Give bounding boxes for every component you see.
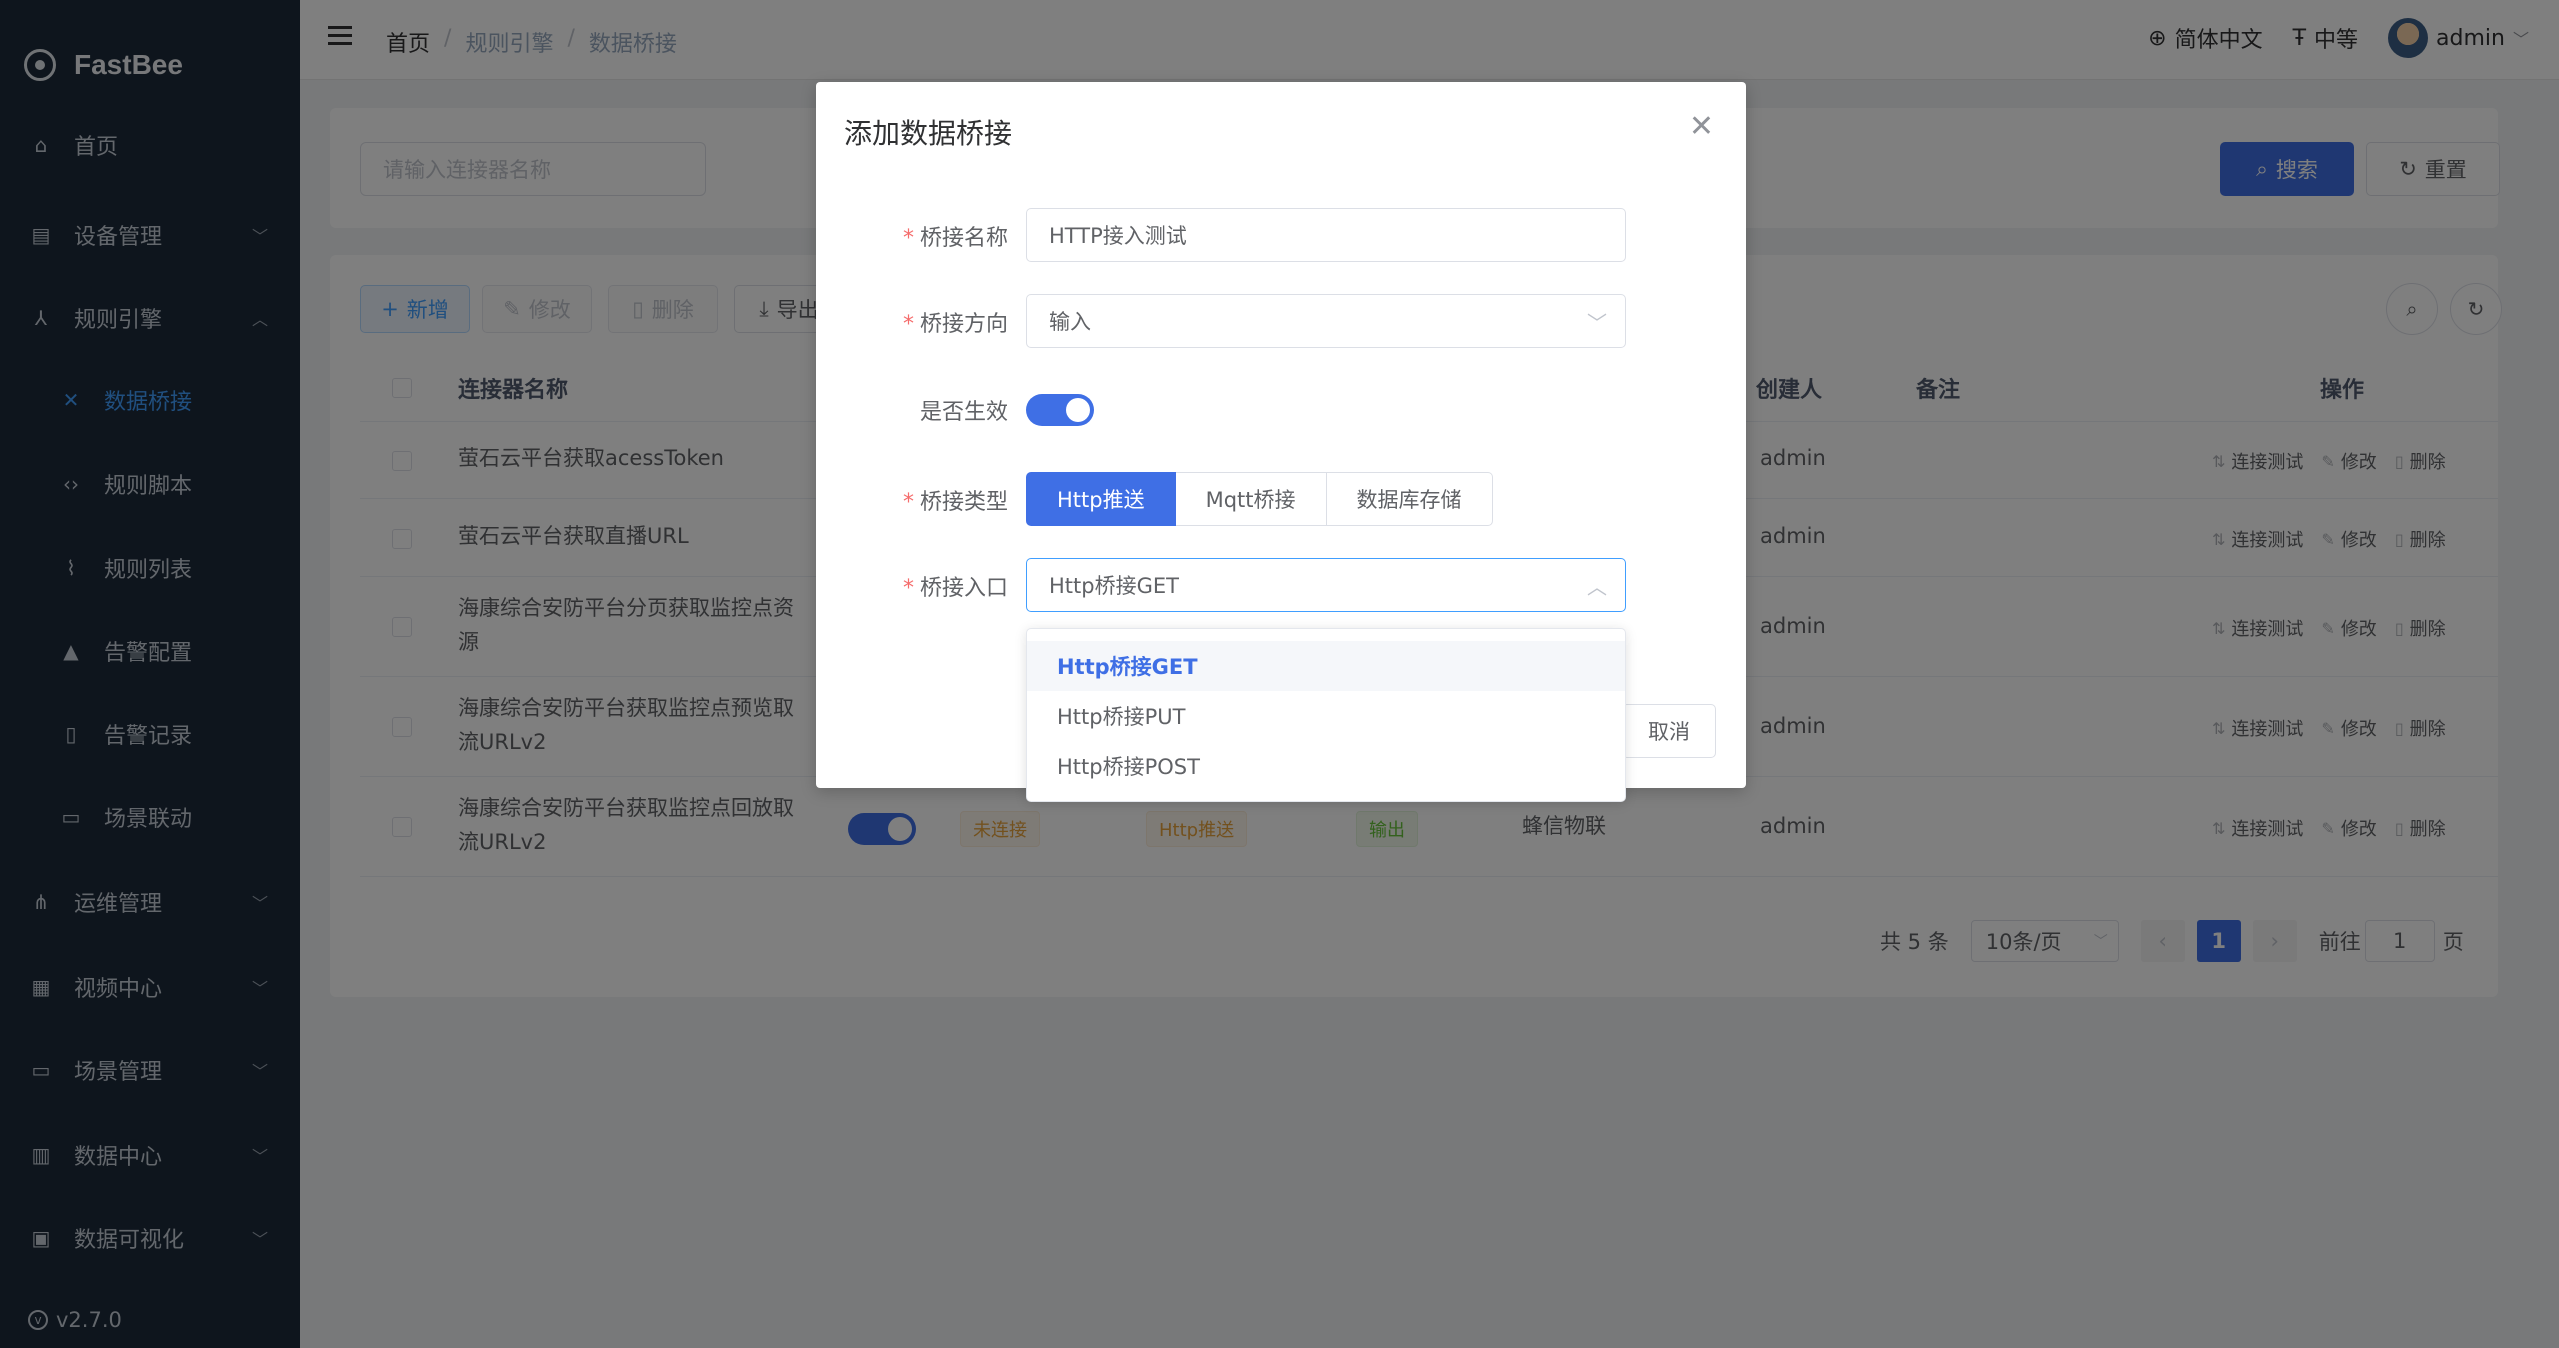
bridge-type-http-push[interactable]: Http推送 bbox=[1026, 472, 1176, 526]
bridge-type-mqtt[interactable]: Mqtt桥接 bbox=[1175, 472, 1327, 526]
dropdown-option-post[interactable]: Http桥接POST bbox=[1027, 741, 1625, 791]
dropdown-option-put[interactable]: Http桥接PUT bbox=[1027, 691, 1625, 741]
enabled-label: 是否生效 bbox=[919, 400, 1008, 425]
close-icon[interactable]: ✕ bbox=[1689, 112, 1714, 142]
bridge-entry-label: * 桥接入口 bbox=[902, 576, 1008, 601]
chevron-down-icon: ﹀ bbox=[1587, 311, 1607, 335]
bridge-entry-value: Http桥接GET bbox=[1049, 574, 1179, 598]
cancel-button[interactable]: 取消 bbox=[1622, 704, 1716, 758]
bridge-direction-select[interactable]: 输入 ﹀ bbox=[1026, 294, 1626, 348]
dropdown-option-get[interactable]: Http桥接GET bbox=[1027, 641, 1625, 691]
dialog-title: 添加数据桥接 bbox=[844, 117, 1013, 150]
bridge-type-radio-group: Http推送 Mqtt桥接 数据库存储 bbox=[1026, 472, 1493, 526]
enabled-switch[interactable] bbox=[1026, 394, 1094, 426]
bridge-name-input[interactable]: HTTP接入测试 bbox=[1026, 208, 1626, 262]
bridge-type-database[interactable]: 数据库存储 bbox=[1326, 472, 1493, 526]
chevron-up-icon: ︿ bbox=[1587, 575, 1607, 599]
bridge-type-label: * 桥接类型 bbox=[902, 490, 1008, 515]
bridge-direction-label: * 桥接方向 bbox=[902, 312, 1008, 337]
bridge-entry-dropdown: Http桥接GET Http桥接PUT Http桥接POST bbox=[1026, 628, 1626, 802]
bridge-entry-select[interactable]: Http桥接GET ︿ bbox=[1026, 558, 1626, 612]
bridge-direction-value: 输入 bbox=[1049, 310, 1091, 334]
bridge-name-label: * 桥接名称 bbox=[902, 226, 1008, 251]
